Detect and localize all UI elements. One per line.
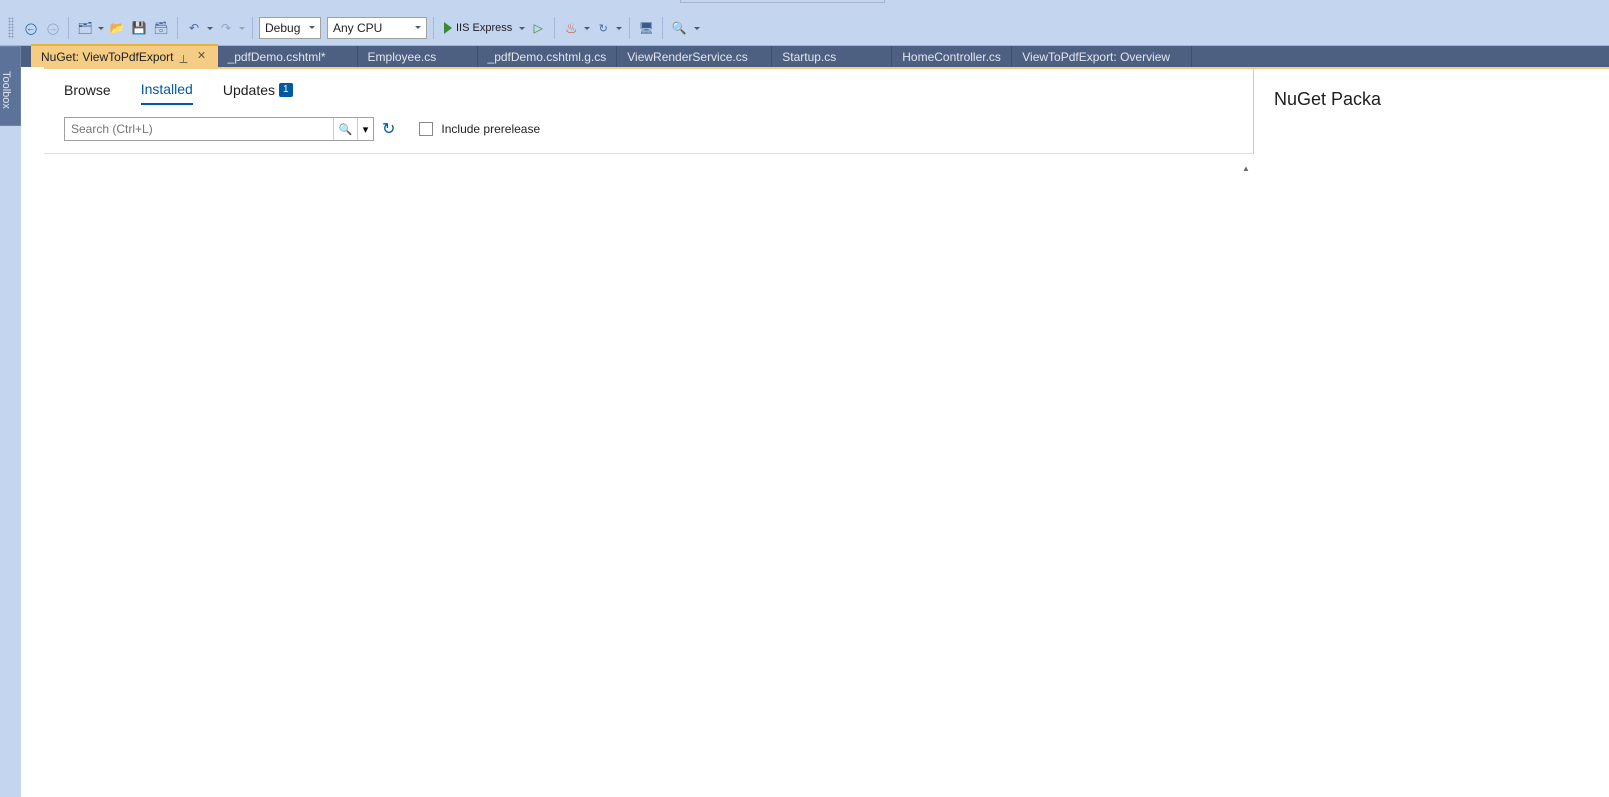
start-debug-dropdown[interactable] [518,17,526,39]
tab-label: Employee.cs [368,50,437,64]
tab-label: NuGet: ViewToPdfExport [41,50,174,64]
play-icon [444,22,452,34]
redo-button[interactable]: ↷ [216,17,236,39]
main-toolbar: ◯← ◯→ 🗂 📂 💾 🗃 ↶ ↷ Debug Any CPU IIS Expr… [0,11,1609,46]
hot-reload-button[interactable]: ♨ [561,17,581,39]
updates-badge: 1 [279,83,293,97]
tab-label: _pdfDemo.cshtml.g.cs [488,50,607,64]
tab-label: ViewRenderService.cs [627,50,748,64]
nav-back-button[interactable]: ◯← [20,17,40,39]
nav-updates[interactable]: Updates 1 [223,81,293,105]
tab-label: HomeController.cs [902,50,1001,64]
toolbar-grip[interactable] [8,17,14,39]
new-project-dropdown[interactable] [97,17,105,39]
nav-browse[interactable]: Browse [64,81,111,105]
open-file-button[interactable]: 📂 [107,17,127,39]
nuget-right-pane: NuGet Packa [1254,69,1609,154]
prerelease-label[interactable]: Include prerelease [441,122,540,136]
document-tab[interactable]: HomeController.cs [892,46,1012,67]
start-without-debug-button[interactable]: ▷ [528,17,548,39]
document-tab[interactable]: NuGet: ViewToPdfExport ⟂ ✕ [31,46,218,67]
document-tab[interactable]: Startup.cs [772,46,892,67]
toolbar-overflow[interactable] [693,17,701,39]
new-project-button[interactable]: 🗂 [75,17,95,39]
find-in-files-button[interactable]: 🔍 [669,17,689,39]
refresh-packages-button[interactable]: ↻ [382,119,395,139]
undo-button[interactable]: ↶ [184,17,204,39]
config-combo[interactable]: Debug [259,17,321,39]
redo-dropdown[interactable] [238,17,246,39]
refresh-dropdown[interactable] [615,17,623,39]
pin-icon[interactable]: ⟂ [180,52,190,62]
tab-label: _pdfDemo.cshtml* [228,50,326,64]
save-button[interactable]: 💾 [129,17,149,39]
document-tab[interactable]: ViewRenderService.cs [617,46,772,67]
fire-icon: ♨ [565,20,578,37]
platform-combo[interactable]: Any CPU [327,17,427,39]
nuget-left-pane: Browse Installed Updates 1 🔍 ▾ ↻ [44,69,1254,154]
nav-installed[interactable]: Installed [141,81,193,105]
right-pane-title: NuGet Packa [1274,89,1381,109]
close-icon[interactable]: ✕ [196,51,208,63]
document-tab[interactable]: _pdfDemo.cshtml.g.cs [478,46,618,67]
undo-dropdown[interactable] [206,17,214,39]
scroll-up-button[interactable]: ▲ [1239,161,1253,175]
toolbox-panel-tab[interactable]: Toolbox [0,46,21,126]
search-icon[interactable]: 🔍 [333,118,357,140]
save-all-button[interactable]: 🗃 [151,17,171,39]
tab-label: ViewToPdfExport: Overview [1022,50,1170,64]
document-tabstrip: NuGet: ViewToPdfExport ⟂ ✕ _pdfDemo.cshtml*… [0,46,1609,67]
nuget-subnav: Browse Installed Updates 1 [44,69,1253,105]
package-search-box[interactable]: 🔍 ▾ [64,117,374,141]
document-tab[interactable]: Employee.cs [358,46,478,67]
tab-label: Startup.cs [782,50,836,64]
nav-forward-button[interactable]: ◯→ [42,17,62,39]
package-search-input[interactable] [65,122,333,136]
menubar-partial: FileEditViewGitProjectBuildDebugTestAnal… [0,0,1609,11]
global-search-partial [680,0,885,3]
start-debug-button[interactable]: IIS Express [440,17,516,39]
document-tab[interactable]: ViewToPdfExport: Overview [1012,46,1192,67]
search-dropdown[interactable]: ▾ [357,118,373,140]
browser-link-button[interactable]: 🖥 [636,17,656,39]
refresh-button[interactable]: ↻ [593,17,613,39]
hot-reload-dropdown[interactable] [583,17,591,39]
prerelease-checkbox[interactable] [419,122,433,136]
document-tab[interactable]: _pdfDemo.cshtml* [218,46,358,67]
